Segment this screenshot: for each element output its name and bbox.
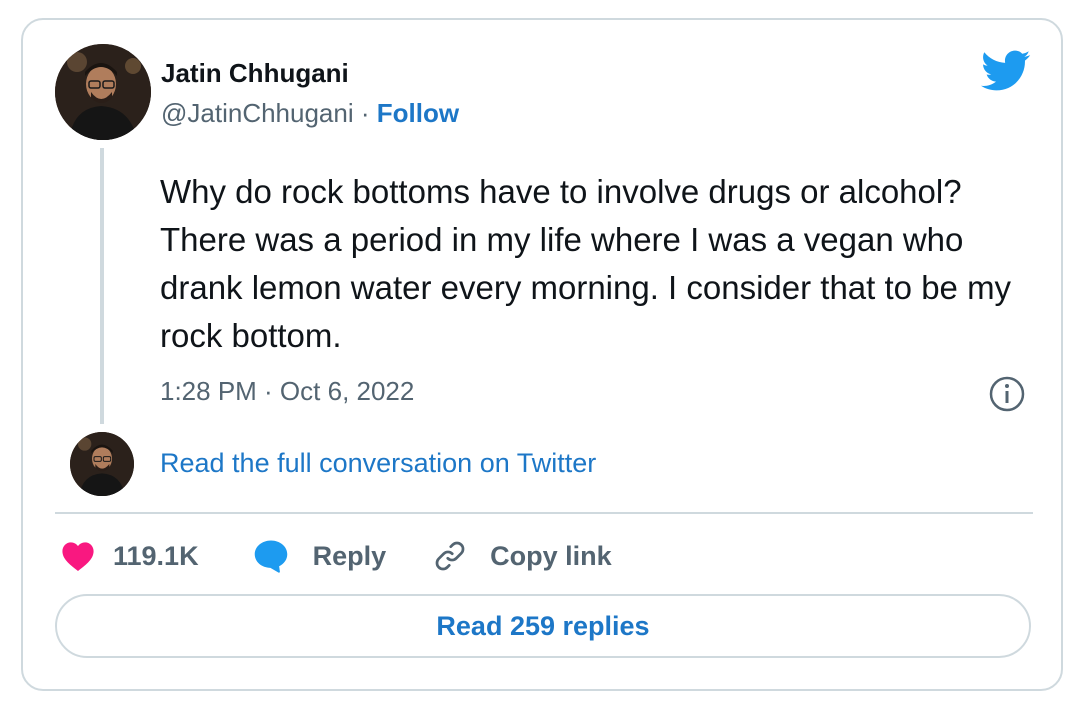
author-handle[interactable]: @JatinChhugani xyxy=(161,98,354,128)
reader-avatar xyxy=(70,432,134,496)
avatar-photo xyxy=(55,44,151,140)
like-action[interactable]: 119.1K xyxy=(61,540,199,572)
reply-action[interactable]: Reply xyxy=(253,539,387,573)
tweet-timestamp[interactable]: 1:28 PM · Oct 6, 2022 xyxy=(160,376,414,407)
info-icon[interactable] xyxy=(987,374,1027,414)
divider xyxy=(55,512,1033,514)
tweet-actions-bar: 119.1K Reply Copy link xyxy=(61,534,612,578)
read-full-conversation-link[interactable]: Read the full conversation on Twitter xyxy=(160,448,596,479)
heart-icon xyxy=(62,542,94,572)
reply-label: Reply xyxy=(312,540,387,571)
twitter-bird-icon[interactable] xyxy=(981,50,1031,92)
author-name[interactable]: Jatin Chhugani xyxy=(161,58,349,89)
copy-link-label: Copy link xyxy=(490,540,612,571)
thread-connector-line xyxy=(100,148,104,424)
speech-bubble-icon xyxy=(254,540,287,573)
read-replies-button[interactable]: Read 259 replies xyxy=(55,594,1031,658)
tweet-text: Why do rock bottoms have to involve drug… xyxy=(160,173,1012,354)
like-count: 119.1K xyxy=(113,540,199,571)
avatar-photo xyxy=(70,432,134,496)
follow-link[interactable]: Follow xyxy=(377,98,459,128)
author-handle-row: @JatinChhugani · Follow xyxy=(161,98,459,129)
embedded-tweet-card: Jatin Chhugani @JatinChhugani · Follow W… xyxy=(21,18,1063,691)
handle-separator: · xyxy=(360,98,370,128)
author-avatar[interactable] xyxy=(55,44,151,140)
copy-link-action[interactable]: Copy link xyxy=(432,538,612,574)
link-icon xyxy=(435,541,465,571)
